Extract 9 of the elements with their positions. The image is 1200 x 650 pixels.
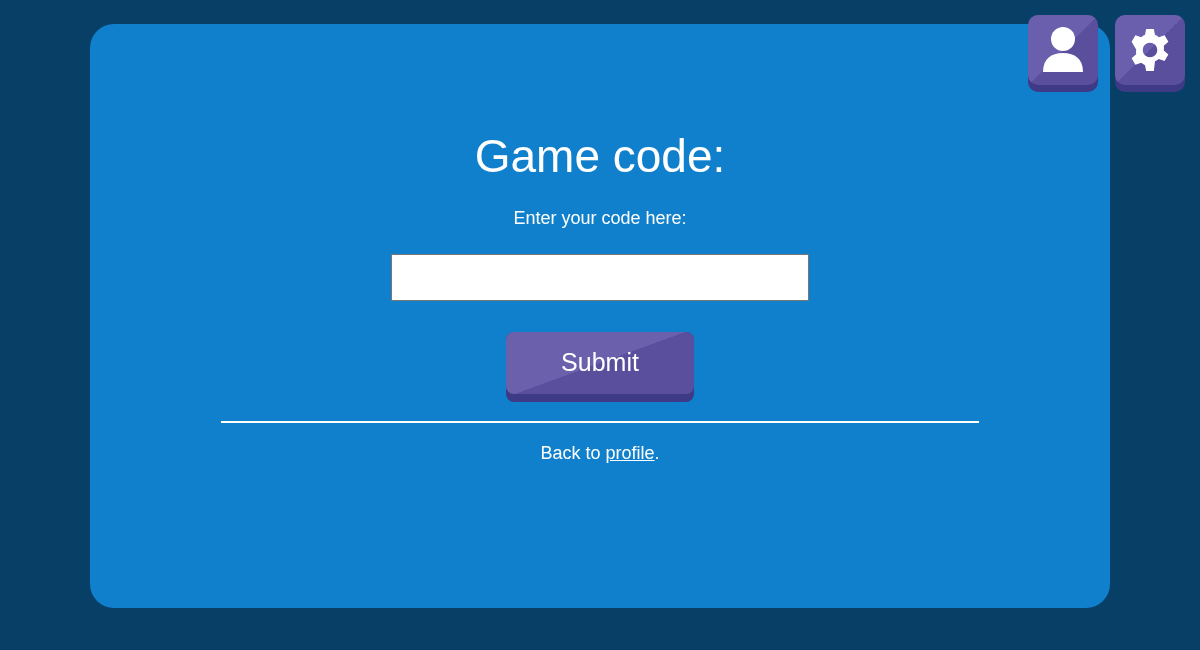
settings-button[interactable] xyxy=(1115,15,1185,92)
user-icon xyxy=(1041,26,1085,74)
page-title: Game code: xyxy=(474,129,726,184)
profile-link[interactable]: profile xyxy=(605,443,655,463)
back-sentence: Back to profile. xyxy=(540,442,660,465)
prompt-text: Enter your code here: xyxy=(513,207,687,230)
submit-button[interactable]: Submit xyxy=(506,332,694,402)
input-field[interactable] xyxy=(391,254,809,301)
profile-button[interactable] xyxy=(1028,15,1098,92)
